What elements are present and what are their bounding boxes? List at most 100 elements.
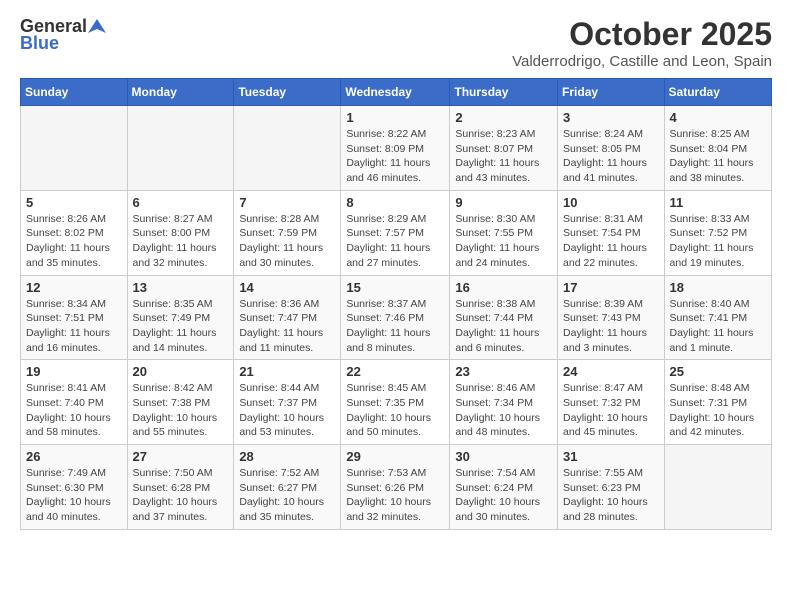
calendar-table: SundayMondayTuesdayWednesdayThursdayFrid… [20,78,772,530]
day-info: Sunrise: 8:45 AM Sunset: 7:35 PM Dayligh… [346,381,444,440]
calendar-cell: 3 Sunrise: 8:24 AM Sunset: 8:05 PM Daylig… [558,106,665,191]
day-info: Sunrise: 7:49 AM Sunset: 6:30 PM Dayligh… [26,466,122,525]
day-number: 8 [346,195,444,210]
weekday-header-sunday: Sunday [21,79,128,106]
day-info: Sunrise: 8:28 AM Sunset: 7:59 PM Dayligh… [239,212,335,271]
weekday-header-saturday: Saturday [664,79,771,106]
day-number: 9 [455,195,552,210]
page-container: General Blue October 2025 Valderrodrigo,… [0,0,792,546]
day-info: Sunrise: 7:52 AM Sunset: 6:27 PM Dayligh… [239,466,335,525]
day-number: 1 [346,110,444,125]
calendar-cell: 1 Sunrise: 8:22 AM Sunset: 8:09 PM Daylig… [341,106,450,191]
calendar-cell [664,445,771,530]
day-number: 18 [670,280,766,295]
day-number: 26 [26,449,122,464]
day-info: Sunrise: 7:50 AM Sunset: 6:28 PM Dayligh… [133,466,229,525]
day-info: Sunrise: 8:41 AM Sunset: 7:40 PM Dayligh… [26,381,122,440]
day-info: Sunrise: 8:35 AM Sunset: 7:49 PM Dayligh… [133,297,229,356]
day-info: Sunrise: 8:38 AM Sunset: 7:44 PM Dayligh… [455,297,552,356]
day-info: Sunrise: 8:34 AM Sunset: 7:51 PM Dayligh… [26,297,122,356]
day-number: 27 [133,449,229,464]
calendar-week-2: 5 Sunrise: 8:26 AM Sunset: 8:02 PM Daylig… [21,190,772,275]
calendar-week-3: 12Sunrise: 8:34 AM Sunset: 7:51 PM Dayli… [21,275,772,360]
day-info: Sunrise: 8:25 AM Sunset: 8:04 PM Dayligh… [670,127,766,186]
weekday-header-friday: Friday [558,79,665,106]
logo-icon [88,17,106,35]
day-info: Sunrise: 8:31 AM Sunset: 7:54 PM Dayligh… [563,212,659,271]
weekday-header-tuesday: Tuesday [234,79,341,106]
day-number: 14 [239,280,335,295]
calendar-cell: 21 Sunrise: 8:44 AM Sunset: 7:37 PM Dayli… [234,360,341,445]
calendar-cell: 7 Sunrise: 8:28 AM Sunset: 7:59 PM Daylig… [234,190,341,275]
day-info: Sunrise: 8:26 AM Sunset: 8:02 PM Dayligh… [26,212,122,271]
day-number: 28 [239,449,335,464]
day-number: 13 [133,280,229,295]
day-info: Sunrise: 8:27 AM Sunset: 8:00 PM Dayligh… [133,212,229,271]
calendar-cell: 27 Sunrise: 7:50 AM Sunset: 6:28 PM Dayli… [127,445,234,530]
day-info: Sunrise: 8:33 AM Sunset: 7:52 PM Dayligh… [670,212,766,271]
day-info: Sunrise: 8:22 AM Sunset: 8:09 PM Dayligh… [346,127,444,186]
day-info: Sunrise: 8:23 AM Sunset: 8:07 PM Dayligh… [455,127,552,186]
day-info: Sunrise: 8:44 AM Sunset: 7:37 PM Dayligh… [239,381,335,440]
day-info: Sunrise: 8:29 AM Sunset: 7:57 PM Dayligh… [346,212,444,271]
day-number: 21 [239,364,335,379]
header: General Blue October 2025 Valderrodrigo,… [20,16,772,70]
day-number: 3 [563,110,659,125]
day-info: Sunrise: 8:42 AM Sunset: 7:38 PM Dayligh… [133,381,229,440]
calendar-cell: 22Sunrise: 8:45 AM Sunset: 7:35 PM Dayli… [341,360,450,445]
calendar-cell: 8 Sunrise: 8:29 AM Sunset: 7:57 PM Daylig… [341,190,450,275]
day-info: Sunrise: 7:54 AM Sunset: 6:24 PM Dayligh… [455,466,552,525]
day-number: 17 [563,280,659,295]
day-number: 24 [563,364,659,379]
calendar-cell: 13 Sunrise: 8:35 AM Sunset: 7:49 PM Dayli… [127,275,234,360]
logo: General Blue [20,16,106,54]
day-number: 2 [455,110,552,125]
day-info: Sunrise: 8:46 AM Sunset: 7:34 PM Dayligh… [455,381,552,440]
calendar-cell: 14 Sunrise: 8:36 AM Sunset: 7:47 PM Dayli… [234,275,341,360]
day-number: 7 [239,195,335,210]
day-info: Sunrise: 8:37 AM Sunset: 7:46 PM Dayligh… [346,297,444,356]
calendar-cell: 20 Sunrise: 8:42 AM Sunset: 7:38 PM Dayli… [127,360,234,445]
title-block: October 2025 Valderrodrigo, Castille and… [512,16,772,70]
calendar-cell: 12Sunrise: 8:34 AM Sunset: 7:51 PM Dayli… [21,275,128,360]
calendar-cell [127,106,234,191]
day-info: Sunrise: 8:40 AM Sunset: 7:41 PM Dayligh… [670,297,766,356]
day-info: Sunrise: 7:55 AM Sunset: 6:23 PM Dayligh… [563,466,659,525]
calendar-cell: 16 Sunrise: 8:38 AM Sunset: 7:44 PM Dayli… [450,275,558,360]
calendar-cell: 10 Sunrise: 8:31 AM Sunset: 7:54 PM Dayli… [558,190,665,275]
calendar-cell: 6Sunrise: 8:27 AM Sunset: 8:00 PM Daylig… [127,190,234,275]
day-info: Sunrise: 8:47 AM Sunset: 7:32 PM Dayligh… [563,381,659,440]
calendar-cell: 30Sunrise: 7:54 AM Sunset: 6:24 PM Dayli… [450,445,558,530]
day-info: Sunrise: 8:30 AM Sunset: 7:55 PM Dayligh… [455,212,552,271]
calendar-week-1: 1 Sunrise: 8:22 AM Sunset: 8:09 PM Daylig… [21,106,772,191]
calendar-cell: 2 Sunrise: 8:23 AM Sunset: 8:07 PM Daylig… [450,106,558,191]
day-number: 5 [26,195,122,210]
day-number: 11 [670,195,766,210]
calendar-cell: 18 Sunrise: 8:40 AM Sunset: 7:41 PM Dayli… [664,275,771,360]
day-info: Sunrise: 8:24 AM Sunset: 8:05 PM Dayligh… [563,127,659,186]
calendar-cell: 26 Sunrise: 7:49 AM Sunset: 6:30 PM Dayli… [21,445,128,530]
calendar-cell: 4 Sunrise: 8:25 AM Sunset: 8:04 PM Daylig… [664,106,771,191]
day-info: Sunrise: 8:36 AM Sunset: 7:47 PM Dayligh… [239,297,335,356]
calendar-cell: 29 Sunrise: 7:53 AM Sunset: 6:26 PM Dayli… [341,445,450,530]
calendar-cell: 11 Sunrise: 8:33 AM Sunset: 7:52 PM Dayli… [664,190,771,275]
day-number: 15 [346,280,444,295]
month-title: October 2025 [512,16,772,53]
day-number: 25 [670,364,766,379]
calendar-cell: 9 Sunrise: 8:30 AM Sunset: 7:55 PM Daylig… [450,190,558,275]
calendar-cell: 28 Sunrise: 7:52 AM Sunset: 6:27 PM Dayli… [234,445,341,530]
calendar-cell: 24 Sunrise: 8:47 AM Sunset: 7:32 PM Dayli… [558,360,665,445]
calendar-week-4: 19 Sunrise: 8:41 AM Sunset: 7:40 PM Dayli… [21,360,772,445]
day-number: 16 [455,280,552,295]
day-number: 4 [670,110,766,125]
day-number: 10 [563,195,659,210]
day-number: 23 [455,364,552,379]
day-number: 20 [133,364,229,379]
calendar-cell: 25Sunrise: 8:48 AM Sunset: 7:31 PM Dayli… [664,360,771,445]
day-number: 19 [26,364,122,379]
calendar-cell: 19 Sunrise: 8:41 AM Sunset: 7:40 PM Dayli… [21,360,128,445]
location-subtitle: Valderrodrigo, Castille and Leon, Spain [512,53,772,70]
calendar-cell: 5 Sunrise: 8:26 AM Sunset: 8:02 PM Daylig… [21,190,128,275]
day-info: Sunrise: 7:53 AM Sunset: 6:26 PM Dayligh… [346,466,444,525]
day-number: 29 [346,449,444,464]
